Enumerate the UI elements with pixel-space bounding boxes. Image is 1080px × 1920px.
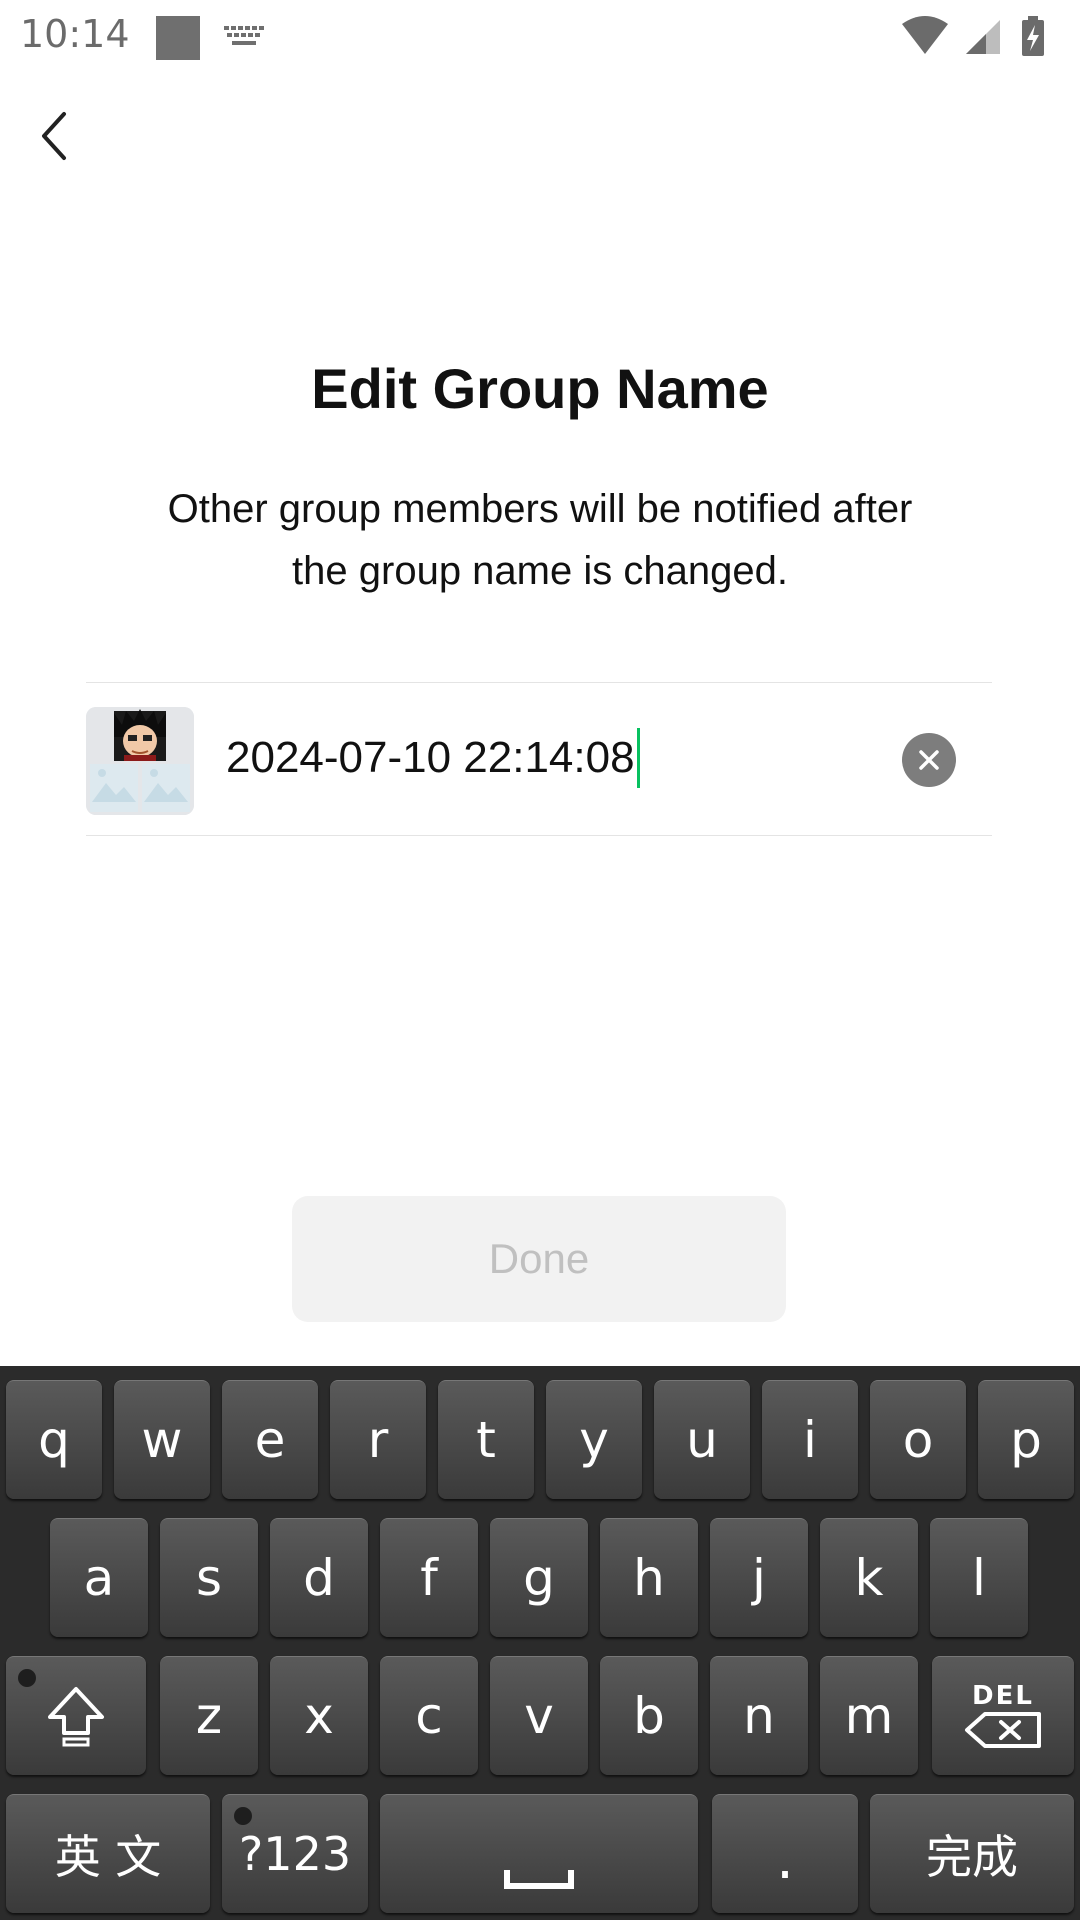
key-m[interactable]: m [820,1656,918,1775]
key-indicator-dot [234,1807,252,1825]
space-key[interactable] [380,1794,698,1913]
notification-square-icon [156,16,200,60]
key-s[interactable]: s [160,1518,258,1637]
symbols-label: ?123 [238,1827,352,1881]
language-switch-key[interactable]: 英 文 [6,1794,210,1913]
group-name-input-row: 2024-07-10 22:14:08 [86,682,992,836]
cell-signal-icon [966,20,1000,54]
backspace-icon [965,1712,1041,1748]
keyboard-icon [224,26,264,53]
key-a[interactable]: a [50,1518,148,1637]
key-f[interactable]: f [380,1518,478,1637]
status-bar: 10:14 [0,0,1080,76]
clear-input-button[interactable] [902,733,956,787]
done-button[interactable]: Done [292,1196,786,1322]
key-indicator-dot [18,1669,36,1687]
group-avatar [86,707,194,815]
key-x[interactable]: x [270,1656,368,1775]
status-right-icons [902,14,1062,62]
subtitle-line-2: the group name is changed. [292,549,788,593]
key-y[interactable]: y [546,1380,642,1499]
wifi-icon [902,16,948,54]
key-j[interactable]: j [710,1518,808,1637]
battery-charging-icon [1022,16,1044,56]
period-key[interactable]: . [712,1794,858,1913]
key-n[interactable]: n [710,1656,808,1775]
page-subtitle: Other group members will be notified aft… [100,478,980,602]
keyboard-done-key[interactable]: 完成 [870,1794,1074,1913]
key-u[interactable]: u [654,1380,750,1499]
back-button[interactable] [26,104,82,168]
shift-arrow-icon [48,1687,104,1747]
chevron-left-icon [42,112,66,160]
key-z[interactable]: z [160,1656,258,1775]
subtitle-line-1: Other group members will be notified aft… [167,487,913,531]
key-i[interactable]: i [762,1380,858,1499]
group-name-field[interactable]: 2024-07-10 22:14:08 [226,723,640,793]
key-k[interactable]: k [820,1518,918,1637]
delete-label: DEL [972,1681,1034,1711]
group-name-input[interactable]: 2024-07-10 22:14:08 [226,733,635,783]
shift-key[interactable] [6,1656,146,1775]
key-e[interactable]: e [222,1380,318,1499]
clear-x-icon [919,750,939,770]
status-time: 10:14 [20,12,130,56]
soft-keyboard: q w e r t y u i o p a s d f g h j k l z … [0,1366,1080,1920]
key-t[interactable]: t [438,1380,534,1499]
delete-key[interactable]: DEL [932,1656,1074,1775]
period-label: . [776,1827,794,1892]
key-g[interactable]: g [490,1518,588,1637]
key-q[interactable]: q [6,1380,102,1499]
text-caret [636,728,640,788]
key-h[interactable]: h [600,1518,698,1637]
key-b[interactable]: b [600,1656,698,1775]
space-bar-icon [504,1870,574,1889]
symbols-key[interactable]: ?123 [222,1794,368,1913]
key-p[interactable]: p [978,1380,1074,1499]
page-title: Edit Group Name [311,357,769,420]
key-c[interactable]: c [380,1656,478,1775]
key-v[interactable]: v [490,1656,588,1775]
key-r[interactable]: r [330,1380,426,1499]
key-l[interactable]: l [930,1518,1028,1637]
key-d[interactable]: d [270,1518,368,1637]
key-o[interactable]: o [870,1380,966,1499]
key-w[interactable]: w [114,1380,210,1499]
